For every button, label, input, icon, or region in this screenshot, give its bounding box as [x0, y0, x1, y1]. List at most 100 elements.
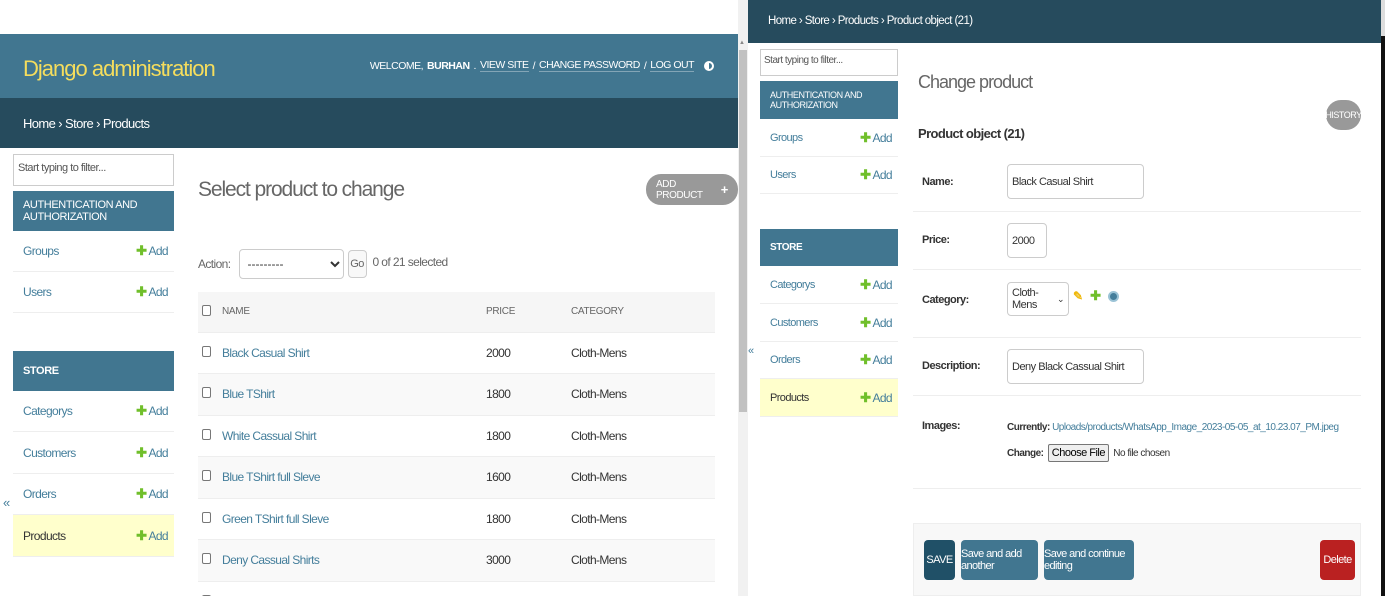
sidebar-link-groups[interactable]: Groups [770, 132, 803, 144]
product-link[interactable]: White Cassual Shirt [222, 429, 317, 443]
sidebar-link-users[interactable]: Users [23, 285, 52, 299]
sidebar-link-products[interactable]: Products [23, 529, 66, 543]
breadcrumb-home[interactable]: Home [768, 15, 797, 27]
category-label: Category: [922, 294, 969, 306]
add-link[interactable]: ✚ Add [860, 315, 892, 331]
sidebar-link-orders[interactable]: Orders [770, 354, 801, 366]
row-checkbox[interactable] [202, 553, 211, 565]
column-price[interactable]: PRICE [486, 292, 571, 333]
collapse-sidebar-button[interactable]: « [3, 495, 10, 510]
description-input[interactable]: Deny Black Cassual Shirt [1007, 349, 1144, 384]
row-checkbox[interactable] [202, 387, 211, 399]
chevron-down-icon: ⌄ [1056, 293, 1065, 304]
column-category[interactable]: CATEGORY [571, 292, 715, 333]
log-out-link[interactable]: LOG OUT [650, 59, 694, 72]
sidebar-link-groups[interactable]: Groups [23, 244, 59, 258]
add-link[interactable]: ✚ Add [136, 486, 168, 502]
add-link[interactable]: ✚ Add [136, 403, 168, 419]
app-caption-auth[interactable]: AUTHENTICATION AND AUTHORIZATION [13, 191, 174, 231]
category-select[interactable]: Cloth-Mens ⌄ [1007, 282, 1069, 316]
plus-icon: ✚ [136, 243, 147, 258]
add-label: Add [148, 404, 168, 418]
vertical-scrollbar[interactable]: ▲ [738, 0, 748, 596]
app-caption-auth[interactable]: AUTHENTICATION AND AUTHORIZATION [760, 81, 898, 119]
row-checkbox[interactable] [202, 470, 211, 482]
row-checkbox[interactable] [202, 428, 211, 440]
actions-bar: Action: --------- Go 0 of 21 selected [198, 245, 715, 283]
product-link[interactable]: Blue TShirt [222, 387, 275, 401]
sidebar-item-customers: Customers ✚ Add [13, 432, 174, 474]
scrollbar-thumb[interactable] [739, 50, 747, 412]
sidebar-link-orders[interactable]: Orders [23, 487, 57, 501]
row-checkbox[interactable] [202, 511, 211, 523]
add-link[interactable]: ✚ Add [860, 390, 892, 406]
sidebar-link-products[interactable]: Products [770, 392, 809, 404]
user-tools: WELCOME, BURHAN. VIEW SITE / CHANGE PASS… [370, 59, 714, 72]
add-link[interactable]: ✚ Add [860, 167, 892, 183]
breadcrumb-store[interactable]: Store [805, 15, 830, 27]
add-link[interactable]: ✚ Add [860, 277, 892, 293]
sidebar-item-groups: Groups ✚ Add [760, 119, 898, 157]
add-link[interactable]: ✚ Add [136, 445, 168, 461]
column-name[interactable]: NAME [222, 292, 486, 333]
theme-toggle-icon[interactable] [704, 60, 714, 71]
history-button[interactable]: HISTORY [1325, 100, 1362, 130]
breadcrumb-products[interactable]: Products [838, 15, 879, 27]
result-list: NAME PRICE CATEGORY Black Casual Shirt 2… [198, 292, 715, 596]
expand-sidebar-button[interactable]: « [748, 345, 754, 357]
row-checkbox[interactable] [202, 345, 211, 357]
choose-file-button[interactable]: Choose File [1047, 444, 1109, 462]
nav-filter-input[interactable]: Start typing to filter... [760, 49, 898, 76]
sidebar-link-categorys[interactable]: Categorys [770, 279, 815, 291]
add-link[interactable]: ✚ Add [860, 352, 892, 368]
sidebar-link-users[interactable]: Users [770, 169, 796, 181]
plus-icon: ✚ [136, 527, 147, 543]
separator: / [532, 59, 536, 72]
add-label: Add [872, 353, 892, 367]
name-input[interactable]: Black Casual Shirt [1007, 164, 1144, 199]
select-all-checkbox[interactable] [202, 304, 211, 316]
breadcrumb-sep: › [798, 15, 803, 27]
add-link[interactable]: ✚ Add [136, 243, 168, 259]
plus-icon[interactable]: ✚ [1090, 288, 1101, 304]
add-link[interactable]: ✚ Add [136, 528, 168, 544]
product-link[interactable]: Deny Cassual Shirts [222, 553, 320, 567]
product-link[interactable]: Green TShirt full Sleve [222, 512, 329, 526]
scroll-up-icon[interactable]: ▲ [739, 40, 745, 46]
sidebar-link-customers[interactable]: Customers [770, 317, 818, 329]
table-row: Green TShirt full Sleve 1800 Cloth-Mens [198, 498, 715, 540]
add-link[interactable]: ✚ Add [136, 284, 168, 300]
current-file-link[interactable]: Uploads/products/WhatsApp_Image_2023-05-… [1052, 422, 1339, 433]
eye-icon[interactable] [1107, 290, 1119, 302]
save-continue-button[interactable]: Save and continue editing [1044, 540, 1134, 580]
plus-icon: ✚ [136, 444, 147, 460]
nav-filter-input[interactable]: Start typing to filter... [13, 154, 174, 186]
action-select[interactable]: --------- [238, 249, 344, 279]
product-link[interactable]: Blue TShirt full Sleve [222, 470, 321, 484]
sidebar-link-categorys[interactable]: Categorys [23, 404, 73, 418]
go-button[interactable]: Go [347, 250, 367, 278]
product-link[interactable]: Black Casual Shirt [222, 346, 310, 360]
delete-button[interactable]: Delete [1320, 540, 1355, 580]
site-branding[interactable]: Django administration [23, 56, 216, 82]
save-add-another-button[interactable]: Save and add another [961, 540, 1038, 580]
name-cell: Black Casual Shirt [222, 332, 486, 374]
breadcrumb-store[interactable]: Store [65, 116, 94, 131]
change-password-link[interactable]: CHANGE PASSWORD [538, 59, 640, 72]
app-caption-store[interactable]: STORE [13, 351, 174, 391]
view-site-link[interactable]: VIEW SITE [479, 59, 529, 72]
add-product-button[interactable]: ADD PRODUCT + [646, 174, 738, 205]
breadcrumb-home[interactable]: Home [23, 116, 56, 131]
change-label: Change: [1007, 448, 1044, 459]
save-button[interactable]: SAVE [924, 540, 955, 580]
currently-label: Currently: [1007, 422, 1050, 433]
app-caption-store[interactable]: STORE [760, 229, 898, 266]
sidebar-item-orders: Orders ✚ Add [760, 342, 898, 379]
price-input[interactable]: 2000 [1007, 223, 1047, 258]
pencil-icon[interactable]: ✎ [1073, 289, 1083, 303]
description-label: Description: [922, 360, 981, 372]
name-cell: Blue TShirt [222, 373, 486, 416]
sidebar-link-customers[interactable]: Customers [23, 446, 76, 460]
add-link[interactable]: ✚ Add [860, 130, 892, 146]
plus-icon: ✚ [860, 314, 871, 330]
